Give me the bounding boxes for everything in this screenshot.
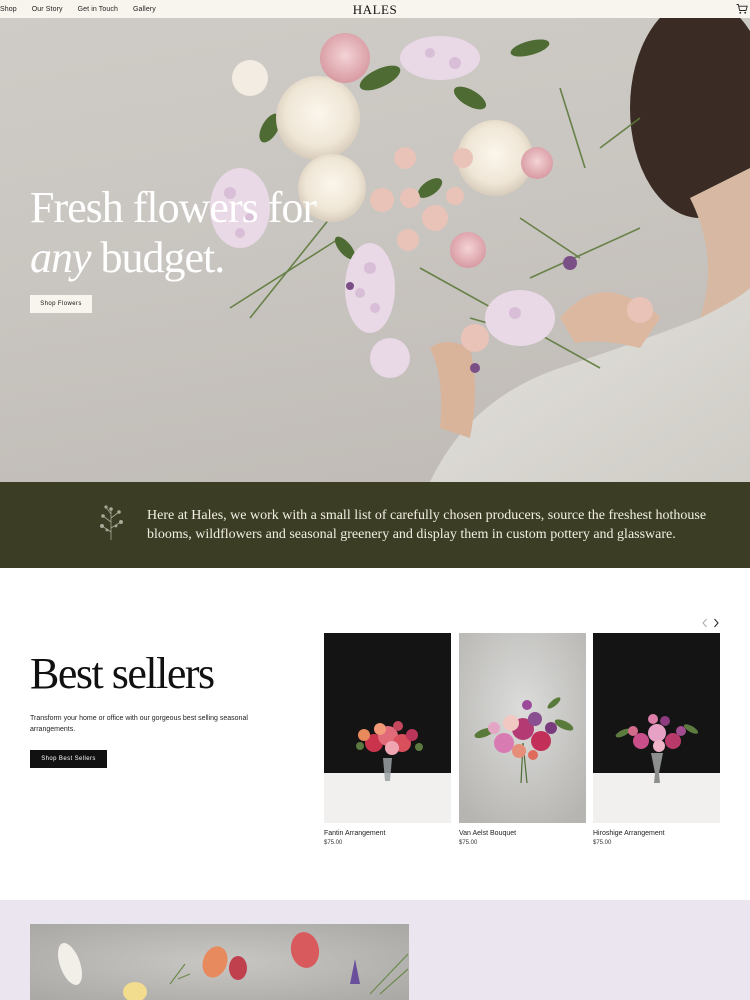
nav-links: Shop Our Story Get in Touch Gallery: [0, 0, 171, 18]
product-name[interactable]: Van Aelst Bouquet: [459, 830, 586, 837]
shop-best-sellers-button[interactable]: Shop Best Sellers: [30, 750, 107, 768]
nav-link-gallery[interactable]: Gallery: [133, 6, 156, 13]
cart-icon[interactable]: [736, 3, 748, 15]
product-name[interactable]: Hiroshige Arrangement: [593, 830, 720, 837]
intro-text: Here at Hales, we work with a small list…: [147, 508, 707, 542]
nav-link-our-story[interactable]: Our Story: [32, 6, 63, 13]
product-price: $75.00: [324, 840, 343, 846]
hero-title-rest: budget.: [90, 233, 226, 282]
hero-title: Fresh flowers for any budget.: [30, 183, 317, 283]
nav-link-shop[interactable]: Shop: [0, 6, 17, 13]
hero-title-line1: Fresh flowers for: [30, 183, 317, 232]
product-card-fantin[interactable]: Fantin Arrangement $75.00: [324, 633, 451, 846]
product-image-van-aelst[interactable]: [459, 633, 586, 823]
intro-band: Here at Hales, we work with a small list…: [0, 482, 750, 568]
shop-flowers-button[interactable]: Shop Flowers: [30, 295, 92, 313]
chevron-right-icon[interactable]: [711, 617, 721, 629]
hero-section: Fresh flowers for any budget. Shop Flowe…: [0, 18, 750, 482]
nav-link-get-in-touch[interactable]: Get in Touch: [78, 6, 118, 13]
chevron-left-icon[interactable]: [700, 617, 710, 629]
product-price: $75.00: [459, 840, 478, 846]
botanical-sprig-icon: [100, 505, 123, 540]
top-navigation: Shop Our Story Get in Touch Gallery HALE…: [0, 0, 750, 18]
product-card-hiroshige[interactable]: Hiroshige Arrangement $75.00: [593, 633, 720, 846]
best-sellers-description: Transform your home or office with our g…: [30, 715, 248, 733]
product-image-fantin[interactable]: [324, 633, 451, 823]
petals-image: [30, 924, 409, 1000]
feature-section: [0, 900, 750, 1000]
product-price: $75.00: [593, 840, 612, 846]
hero-title-italic: any: [30, 233, 92, 282]
product-card-van-aelst[interactable]: Van Aelst Bouquet $75.00: [459, 633, 586, 846]
product-image-hiroshige[interactable]: [593, 633, 720, 823]
best-sellers-title: Best sellers: [30, 649, 215, 698]
product-name[interactable]: Fantin Arrangement: [324, 830, 451, 837]
